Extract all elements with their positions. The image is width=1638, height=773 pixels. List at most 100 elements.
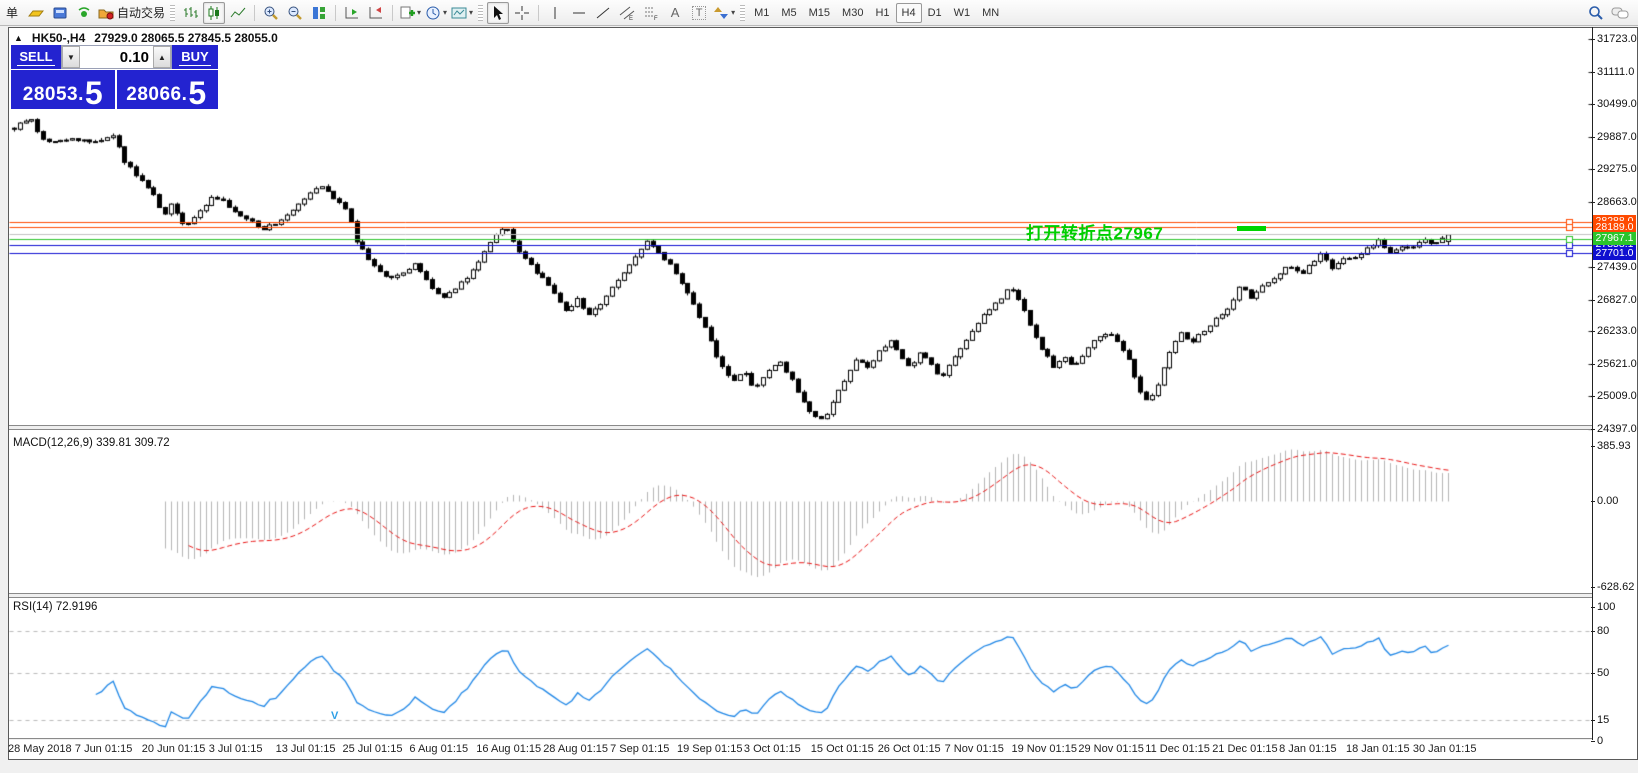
time-tick: 28 May 2018 <box>8 743 72 755</box>
cursor-icon[interactable] <box>487 2 509 24</box>
sell-price-point: . <box>78 84 84 106</box>
zoom-out-icon[interactable] <box>284 2 306 24</box>
auto-scroll-icon[interactable] <box>365 2 387 24</box>
sell-price[interactable]: 28053 . 5 <box>11 70 115 109</box>
time-tick: 18 Jan 01:15 <box>1346 743 1410 755</box>
label-icon[interactable]: T <box>688 2 710 24</box>
buy-price[interactable]: 28066 . 5 <box>115 70 219 109</box>
arrow-object[interactable]: V <box>331 710 338 722</box>
template-button[interactable]: ▾ <box>450 2 474 24</box>
price-tick: 28663.0 <box>1597 196 1637 208</box>
volume-value[interactable]: 0.10 <box>80 46 153 68</box>
timeframe-button-MN[interactable]: MN <box>976 3 1005 23</box>
price-axis-line[interactable] <box>1592 27 1593 740</box>
time-tick: 26 Oct 01:15 <box>878 743 941 755</box>
price-tick: 24397.0 <box>1597 423 1637 435</box>
pending-order-button[interactable]: 单 <box>1 2 23 24</box>
svg-text:F: F <box>654 16 658 21</box>
time-tick: 7 Sep 01:15 <box>610 743 669 755</box>
panel-separator <box>9 738 1592 740</box>
text-icon[interactable]: A <box>664 2 686 24</box>
candlestick-chart-icon[interactable] <box>203 2 225 24</box>
auto-trade-label: 自动交易 <box>117 4 165 21</box>
rsi-tick: 15 <box>1597 714 1637 726</box>
chart-ohlc: 27929.0 28065.5 27845.5 28055.0 <box>94 31 278 45</box>
timeframe-group: M1M5M15M30H1H4D1W1MN <box>748 3 1005 23</box>
tile-windows-icon[interactable] <box>308 2 330 24</box>
timeframe-button-D1[interactable]: D1 <box>922 3 948 23</box>
horizontal-line-icon[interactable] <box>568 2 590 24</box>
macd-label: MACD(12,26,9) 339.81 309.72 <box>13 437 170 449</box>
sell-button[interactable]: SELL <box>11 45 61 69</box>
macd-tick: 385.93 <box>1597 440 1637 452</box>
timeframe-button-M5[interactable]: M5 <box>775 3 802 23</box>
trendline-icon[interactable] <box>592 2 614 24</box>
gold-icon[interactable] <box>25 2 47 24</box>
timeframe-button-M30[interactable]: M30 <box>836 3 869 23</box>
timeframe-button-W1[interactable]: W1 <box>948 3 977 23</box>
time-tick: 19 Sep 01:15 <box>677 743 742 755</box>
time-tick: 20 Jun 01:15 <box>142 743 206 755</box>
time-tick: 28 Aug 01:15 <box>543 743 608 755</box>
volume-increase-button[interactable]: ▲ <box>153 46 171 68</box>
timeframe-button-H4[interactable]: H4 <box>896 3 922 23</box>
buy-price-big-digit: 5 <box>188 80 206 106</box>
chat-icon[interactable] <box>1609 2 1631 24</box>
time-tick: 6 Aug 01:15 <box>409 743 468 755</box>
volume-stepper: ▼ 0.10 ▲ <box>61 45 172 69</box>
toolbar-separator <box>254 5 255 21</box>
timeframe-button-M15[interactable]: M15 <box>803 3 836 23</box>
price-tick: 30499.0 <box>1597 98 1637 110</box>
buy-button[interactable]: BUY <box>172 45 218 69</box>
toolbar-separator <box>538 5 539 21</box>
collapse-icon[interactable]: ▲ <box>14 33 23 43</box>
signal-icon[interactable] <box>73 2 95 24</box>
chevron-down-icon: ▾ <box>443 8 447 17</box>
rsi-tick: 100 <box>1597 601 1637 613</box>
arrows-icon[interactable]: ▾ <box>712 2 736 24</box>
chevron-down-icon: ▾ <box>469 8 473 17</box>
time-tick: 15 Oct 01:15 <box>811 743 874 755</box>
price-tick: 27439.0 <box>1597 261 1637 273</box>
toolbar-grip[interactable] <box>740 5 745 21</box>
rsi-tick: 80 <box>1597 625 1637 637</box>
zoom-in-icon[interactable] <box>260 2 282 24</box>
crosshair-icon[interactable] <box>511 2 533 24</box>
chart-canvas[interactable] <box>9 28 1592 740</box>
top-toolbar: 单 自动交易 ▾ ▾ ▾ E F A T ▾ M1M5M15M30H1H4D1W… <box>0 0 1638 26</box>
vertical-line-icon[interactable] <box>544 2 566 24</box>
panel-separator[interactable] <box>9 593 1592 598</box>
green-dash-object[interactable] <box>1237 226 1266 231</box>
auto-trade-icon <box>98 5 114 21</box>
buy-price-point: . <box>182 84 188 106</box>
toolbar-grip[interactable] <box>478 5 483 21</box>
auto-trade-button[interactable]: 自动交易 <box>97 2 166 24</box>
chart-title: HK50-,H4 <box>32 31 85 45</box>
price-tick: 25009.0 <box>1597 390 1637 402</box>
rsi-label: RSI(14) 72.9196 <box>13 601 97 613</box>
price-tick: 26233.0 <box>1597 325 1637 337</box>
price-tick: 25621.0 <box>1597 358 1637 370</box>
price-tick: 31723.0 <box>1597 33 1637 45</box>
search-icon[interactable] <box>1585 2 1607 24</box>
shift-chart-icon[interactable] <box>341 2 363 24</box>
period-button[interactable]: ▾ <box>424 2 448 24</box>
timeframe-button-H1[interactable]: H1 <box>869 3 895 23</box>
time-tick: 11 Dec 01:15 <box>1145 743 1210 755</box>
toolbar-grip[interactable] <box>170 5 175 21</box>
time-tick: 8 Jan 01:15 <box>1279 743 1337 755</box>
buy-label: BUY <box>179 49 210 66</box>
panel-separator[interactable] <box>9 425 1592 430</box>
new-chart-button[interactable]: ▾ <box>398 2 422 24</box>
new-order-icon[interactable] <box>49 2 71 24</box>
pending-order-label: 单 <box>6 4 18 21</box>
time-tick: 7 Jun 01:15 <box>75 743 133 755</box>
toolbar-separator <box>335 5 336 21</box>
line-chart-icon[interactable] <box>227 2 249 24</box>
bar-chart-icon[interactable] <box>179 2 201 24</box>
channel-icon[interactable]: E <box>616 2 638 24</box>
fibonacci-icon[interactable]: F <box>640 2 662 24</box>
timeframe-button-M1[interactable]: M1 <box>748 3 775 23</box>
volume-decrease-button[interactable]: ▼ <box>62 46 80 68</box>
time-tick: 3 Jul 01:15 <box>209 743 263 755</box>
